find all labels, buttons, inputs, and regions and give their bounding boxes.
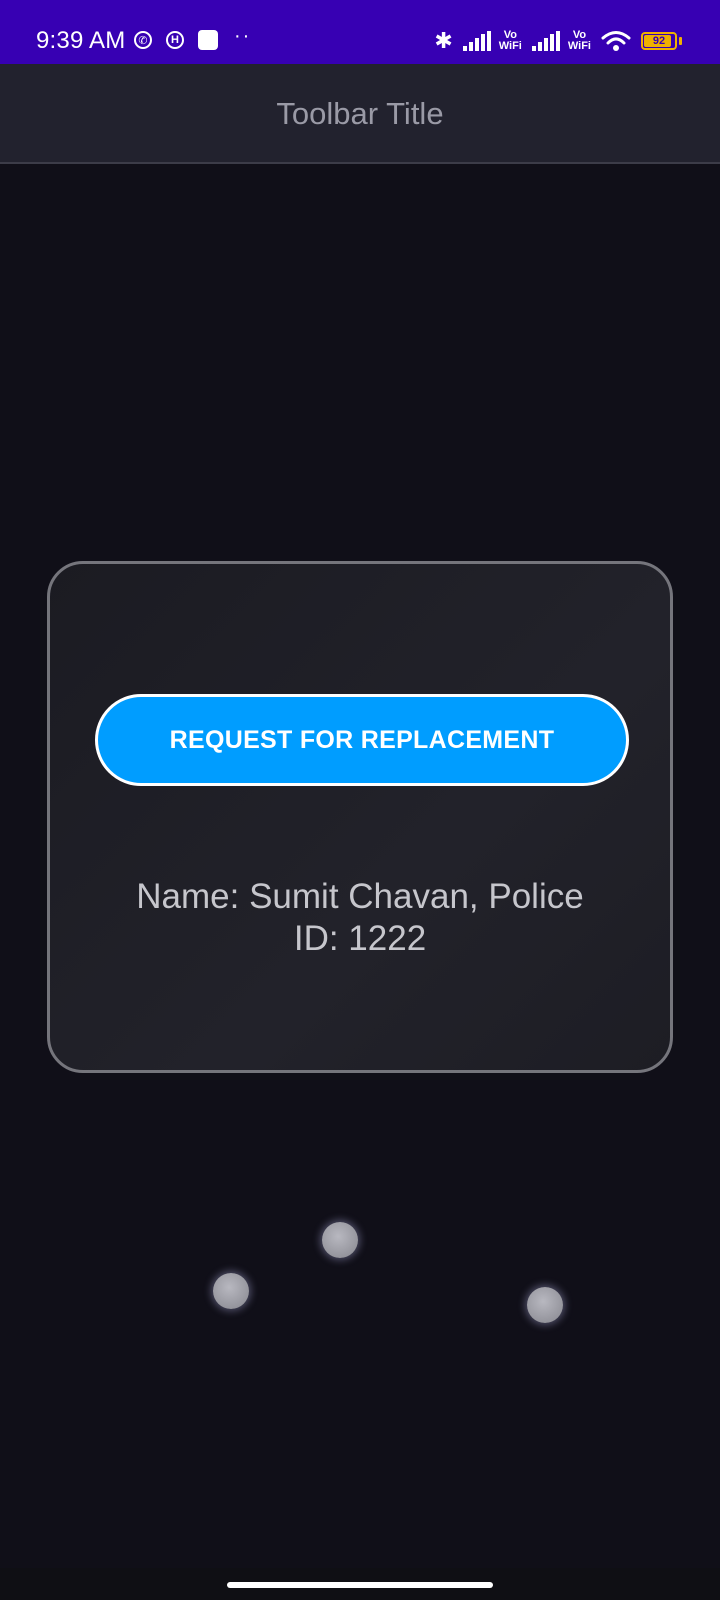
vowifi-label-2: Vo WiFi — [568, 30, 591, 52]
bluetooth-icon: ✱ — [434, 28, 453, 53]
vowifi-label: Vo WiFi — [499, 30, 522, 52]
user-info-text: Name: Sumit Chavan, Police ID: 1222 — [90, 876, 630, 960]
more-dots-icon: ·· — [234, 24, 252, 47]
square-app-icon — [198, 30, 218, 50]
system-icons: ✱ Vo WiFi Vo WiFi 92 — [434, 28, 682, 54]
floating-dot — [527, 1287, 563, 1323]
vowifi-bottom-text: WiFi — [498, 40, 522, 52]
wifi-icon — [601, 31, 631, 51]
notification-icons: ✆ H ·· — [134, 25, 251, 50]
battery-tip — [679, 37, 682, 45]
app-screen: 9:39 AM ✆ H ·· ✱ Vo WiFi Vo WiFi 92 Tool… — [0, 0, 720, 1600]
vowifi-bottom-text-2: WiFi — [567, 40, 591, 52]
signal-icon — [462, 31, 493, 51]
status-time: 9:39 AM — [36, 27, 126, 54]
floating-dot — [322, 1222, 358, 1258]
status-bar: 9:39 AM ✆ H ·· ✱ Vo WiFi Vo WiFi 92 — [0, 0, 720, 64]
battery-level: 92 — [652, 35, 666, 47]
battery-icon: 92 — [641, 32, 677, 50]
whatsapp-icon: ✆ — [134, 31, 152, 49]
toolbar: Toolbar Title — [0, 64, 720, 164]
signal-icon-2 — [531, 31, 562, 51]
user-info-line-1: Name: Sumit Chavan, Police — [136, 877, 584, 916]
floating-dot — [213, 1273, 249, 1309]
h-app-icon: H — [166, 31, 184, 49]
request-replacement-button[interactable]: REQUEST FOR REPLACEMENT — [95, 694, 629, 786]
home-indicator[interactable] — [227, 1582, 493, 1588]
info-card: REQUEST FOR REPLACEMENT Name: Sumit Chav… — [47, 561, 673, 1073]
toolbar-title: Toolbar Title — [276, 96, 444, 131]
user-info-line-2: ID: 1222 — [293, 919, 427, 958]
